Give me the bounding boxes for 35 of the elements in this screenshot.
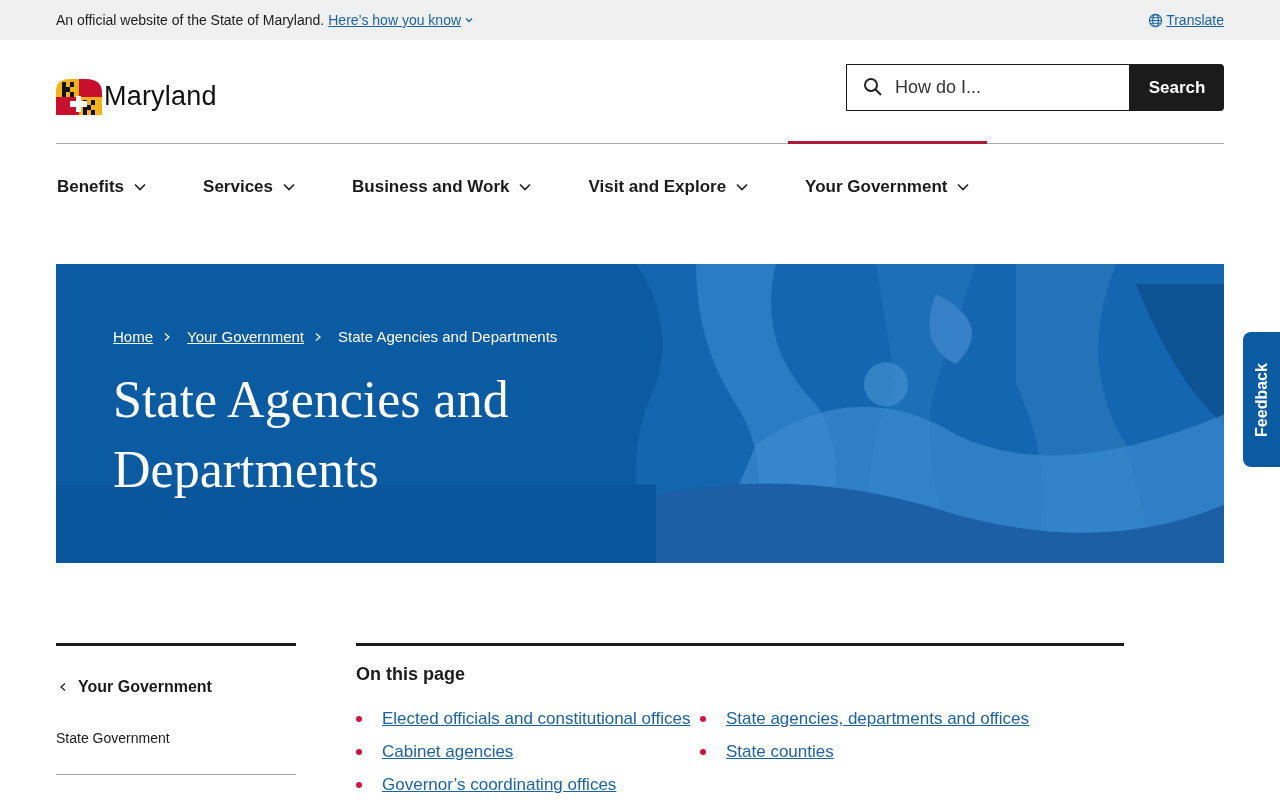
official-notice: An official website of the State of Maryland. — [56, 12, 325, 28]
nav-menu-item[interactable]: Benefits — [56, 141, 165, 230]
page-anchor-link[interactable]: Governor’s coordinating offices — [382, 775, 617, 795]
bullet-icon — [356, 749, 362, 755]
page-title: State Agencies and Departments — [113, 370, 510, 500]
bullet-icon — [700, 716, 706, 722]
bullet-icon — [356, 782, 362, 788]
logo-wordmark[interactable]: Maryland — [104, 81, 217, 112]
flag-icon — [56, 78, 102, 115]
page-anchor-link[interactable]: Cabinet agencies — [382, 742, 514, 762]
how-you-know-link[interactable]: Here’s how you know — [328, 12, 475, 28]
search-icon — [863, 77, 883, 97]
bullet-icon — [700, 749, 706, 755]
search-button[interactable]: Search — [1130, 64, 1224, 111]
nav-menu-item[interactable]: Visit and Explore — [571, 141, 767, 230]
nav-menu-item[interactable]: Services — [186, 141, 314, 230]
breadcrumb-link[interactable]: Your Government — [187, 328, 305, 345]
translate-link[interactable]: Translate — [1148, 12, 1224, 28]
feedback-tab[interactable]: Feedback — [1243, 332, 1280, 467]
sidebar-item[interactable]: State Government — [56, 696, 296, 775]
breadcrumb-link[interactable]: Home — [113, 328, 153, 345]
search-field[interactable]: How do I... — [846, 64, 1130, 111]
nav-menu-item[interactable]: Business and Work — [335, 141, 550, 230]
globe-icon — [1148, 12, 1164, 28]
page-anchor-link[interactable]: Elected officials and constitutional offices — [382, 709, 691, 729]
chevron-left-icon — [58, 682, 68, 692]
chevron-down-icon — [464, 15, 475, 25]
page-anchor-link[interactable]: State counties — [726, 742, 834, 762]
back-link[interactable]: Your Government — [56, 646, 296, 696]
section-heading: On this page — [356, 664, 466, 685]
chevron-right-icon — [162, 331, 172, 342]
breadcrumb-current: State Agencies and Departments — [338, 328, 558, 345]
page-anchor-link[interactable]: State agencies, departments and offices — [726, 709, 1030, 729]
nav-menu-item[interactable]: Your Government — [788, 141, 988, 230]
bullet-icon — [356, 716, 362, 722]
